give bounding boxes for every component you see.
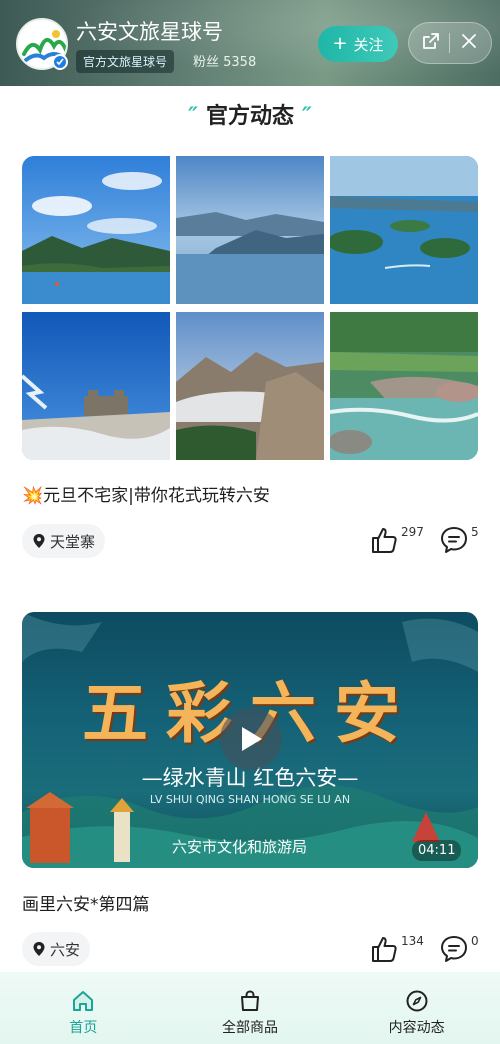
nav-products-label: 全部商品: [222, 1020, 278, 1036]
comment-count: 0: [471, 934, 479, 948]
nav-content[interactable]: 内容动态: [333, 972, 500, 1044]
photo-snow-ruins[interactable]: [22, 312, 170, 460]
verified-icon: [52, 54, 68, 70]
location-pin-icon: [33, 534, 45, 548]
photo-island-lake[interactable]: [330, 156, 478, 304]
comment-button[interactable]: 5: [439, 525, 479, 555]
account-name: 六安文旅星球号: [76, 20, 223, 44]
share-icon[interactable]: [421, 31, 441, 55]
official-tag: 官方文旅星球号: [76, 50, 175, 73]
photo-grid[interactable]: [22, 156, 478, 460]
location-label: 天堂寨: [50, 532, 96, 551]
shopping-bag-icon: [241, 990, 259, 1011]
like-button[interactable]: 134: [369, 934, 424, 964]
nav-home-label: 首页: [69, 1020, 98, 1036]
thumbs-up-icon: [372, 937, 397, 962]
section-heading: ″ 官方动态 ″: [0, 98, 500, 130]
nav-home[interactable]: 首页: [0, 972, 167, 1044]
location-tag[interactable]: 六安: [22, 932, 91, 966]
fans-count: 粉丝 5358: [193, 55, 257, 70]
close-icon[interactable]: [459, 31, 479, 55]
play-button[interactable]: [220, 708, 282, 770]
like-count: 297: [401, 525, 424, 539]
location-pin-icon: [33, 942, 45, 956]
header-actions: [408, 22, 492, 64]
nav-content-label: 内容动态: [388, 1020, 445, 1036]
like-count: 134: [401, 934, 424, 948]
photo-lake-clouds[interactable]: [22, 156, 170, 304]
post-title[interactable]: 画里六安*第四篇: [22, 890, 150, 915]
divider: [449, 33, 451, 53]
comment-icon: [441, 527, 467, 553]
post-title[interactable]: 💥元旦不宅家|带你花式玩转六安: [22, 481, 270, 506]
photo-lake-mist[interactable]: [176, 156, 324, 304]
quote-icon: ″: [188, 104, 198, 129]
video-duration: 04:11: [412, 840, 462, 861]
follow-button[interactable]: + 关注: [318, 26, 398, 62]
plus-icon: +: [332, 33, 348, 54]
comment-count: 5: [471, 525, 479, 539]
home-icon: [73, 991, 94, 1011]
location-tag[interactable]: 天堂寨: [22, 524, 106, 558]
photo-misty-mountain[interactable]: [176, 312, 324, 460]
comment-button[interactable]: 0: [439, 934, 479, 964]
comment-icon: [441, 936, 467, 962]
like-button[interactable]: 297: [369, 525, 424, 555]
section-title: 官方动态: [205, 104, 294, 129]
photo-river-rocks[interactable]: [330, 312, 478, 460]
compass-icon: [406, 990, 428, 1012]
thumbs-up-icon: [372, 528, 397, 553]
location-label: 六安: [50, 940, 81, 959]
quote-icon: ″: [302, 104, 312, 129]
play-icon: [242, 727, 262, 751]
nav-products[interactable]: 全部商品: [167, 972, 334, 1044]
bottom-nav: 首页 全部商品 内容动态: [0, 972, 500, 1044]
video-org: 六安市文化和旅游局: [172, 838, 308, 856]
profile-header: 六安文旅星球号 官方文旅星球号 粉丝 5358 + 关注: [0, 0, 500, 86]
follow-label: 关注: [353, 35, 384, 54]
video-pinyin: LV SHUI QING SHAN HONG SE LU AN: [149, 793, 351, 806]
